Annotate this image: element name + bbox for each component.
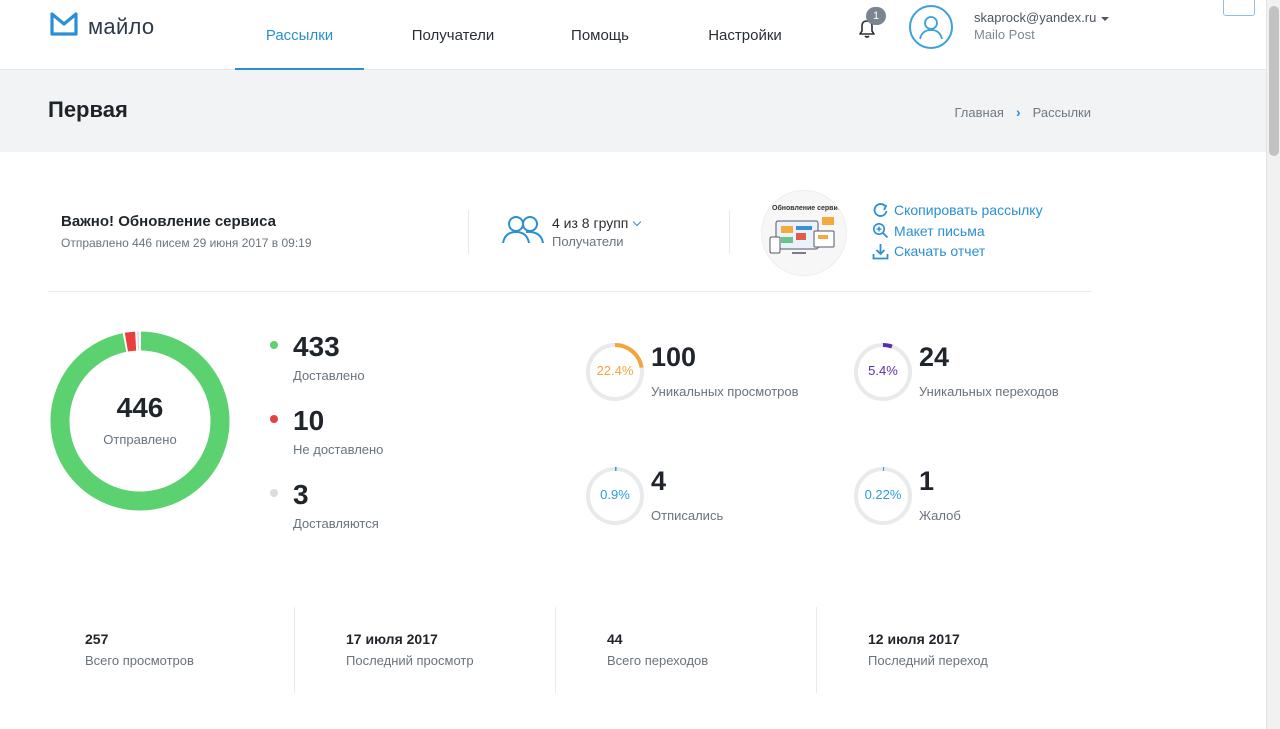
stat-value: 10 [293,405,325,436]
scrollbar[interactable] [1266,0,1280,729]
campaign-actions: Скопировать рассылку Макет письма Скачат… [872,200,1043,262]
chevron-down-icon [633,217,642,227]
email-thumbnail[interactable]: Обновление сервиса [761,190,847,276]
summary-label: Всего переходов [607,653,709,668]
summary-last-view: 17 июля 2017 Последний просмотр [295,607,556,693]
notification-badge: 1 [866,7,886,25]
ring-progress [882,343,893,349]
summary-total-views: 257 Всего просмотров [34,607,295,693]
stat-value: 433 [293,331,340,362]
status-dot [270,341,278,349]
metric-label: Уникальных переходов [919,384,1059,399]
metric-percent: 0.9% [600,487,630,502]
nav-item-help[interactable]: Помощь [542,0,658,70]
donut-segment [124,331,137,352]
users-icon [500,213,546,250]
email-layout-link[interactable]: Макет письма [872,221,1043,242]
donut-total: 446 [116,392,164,423]
refresh-icon [873,202,888,217]
mail-logo-icon [50,12,78,41]
summary-label: Последний переход [868,653,988,668]
copy-mailing-link[interactable]: Скопировать рассылку [872,200,1043,221]
summary-value: 44 [607,631,623,647]
nav-item-settings[interactable]: Настройки [658,0,832,70]
status-dot [270,415,278,423]
logo-text: майло [88,13,155,39]
donut-total-label: Отправлено [103,432,177,447]
metric-value: 24 [919,342,950,372]
divider [729,210,730,254]
metric-percent: 5.4% [868,363,898,378]
metric-percent: 22.4% [596,363,634,378]
summary-value: 257 [85,631,109,647]
logo[interactable]: майло [50,12,154,41]
top-header: майло Рассылки Получатели Помощь Настрой… [0,0,1266,71]
breadcrumb-mailings[interactable]: Рассылки [1033,105,1091,120]
download-icon [872,243,889,260]
devices-illustration-icon [769,217,835,254]
chevron-right-icon: › [1015,104,1021,120]
breadcrumb: Главная › Рассылки [954,104,1091,120]
metric-label: Уникальных просмотров [651,384,799,399]
nav-item-recipients[interactable]: Получатели [364,0,542,70]
stat-label: Не доставлено [293,442,384,457]
campaign-name: Важно! Обновление сервиса [61,213,276,230]
caret-down-icon [1101,16,1110,21]
summary-total-clicks: 44 Всего переходов [556,607,817,693]
summary-label: Последний просмотр [346,653,474,668]
metric-value: 4 [651,466,667,496]
metric-label: Жалоб [919,508,961,523]
campaign-info: Важно! Обновление сервиса Отправлено 446… [48,180,1092,292]
main-nav: Рассылки Получатели Помощь Настройки [235,0,832,71]
stat-label: Доставляются [293,516,379,531]
metric-label: Отписались [651,508,724,523]
page-title: Первая [48,97,128,122]
status-dot [270,489,278,497]
metric-value: 1 [919,466,935,496]
summary-row: 257 Всего просмотров 17 июля 2017 Послед… [34,607,1084,693]
download-report-link[interactable]: Скачать отчет [872,241,1043,262]
metric-value: 100 [651,342,697,372]
groups-label: Получатели [552,234,624,249]
user-icon [919,16,943,40]
stat-label: Доставлено [293,368,365,383]
zoom-in-icon [873,223,889,239]
divider [468,210,469,254]
campaign-sent-info: Отправлено 446 писем 29 июня 2017 в 09:1… [61,236,312,250]
summary-value: 17 июля 2017 [346,631,438,647]
corner-button[interactable] [1223,0,1255,16]
scroll-thumb[interactable] [1269,6,1279,156]
user-company: Mailo Post [974,27,1035,42]
avatar[interactable] [909,5,953,49]
summary-label: Всего просмотров [85,653,194,668]
stat-value: 3 [293,479,309,510]
summary-last-click: 12 июля 2017 Последний переход [817,607,1078,693]
metric-percent: 0.22% [864,487,902,502]
groups-selector[interactable]: 4 из 8 групп [552,215,642,231]
nav-item-mailings[interactable]: Рассылки [235,0,364,71]
title-bar: Первая Главная › Рассылки [0,70,1266,152]
user-menu[interactable]: skaprock@yandex.ru [974,10,1110,25]
breadcrumb-home[interactable]: Главная [954,105,1003,120]
summary-value: 12 июля 2017 [868,631,960,647]
